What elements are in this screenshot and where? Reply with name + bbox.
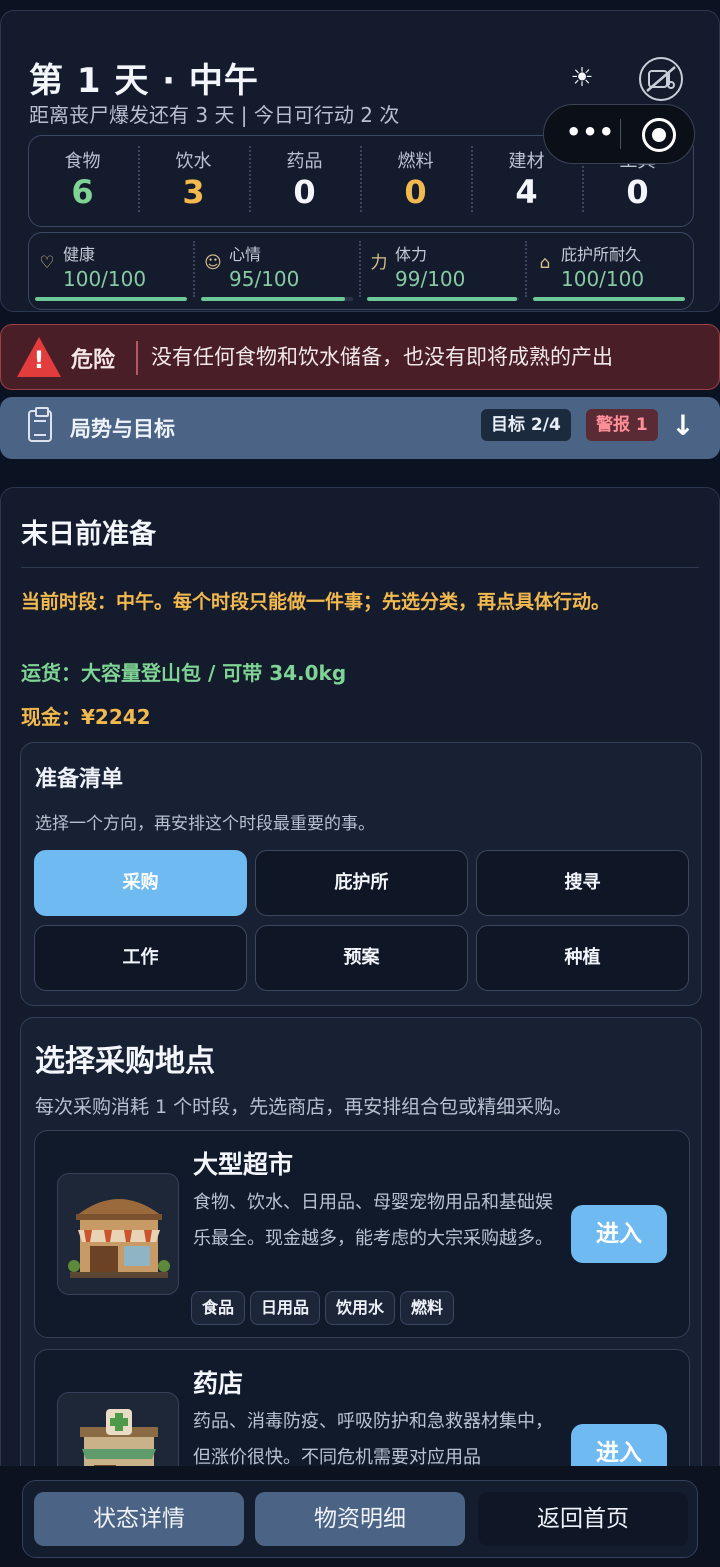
stat-bar-fill xyxy=(201,297,346,301)
shop-desc: 食物、饮水、日用品、母婴宠物用品和基础娱乐最全。现金越多，能考虑的大宗采购越多。 xyxy=(193,1192,553,1249)
strength-icon: 力 xyxy=(370,253,388,273)
stat-3: ⌂ 庇护所耐久 100/100 xyxy=(525,231,691,307)
clipboard-icon xyxy=(28,407,52,442)
shop-name: 大型超市 xyxy=(193,1150,294,1179)
main-title: 末日前准备 xyxy=(21,519,156,550)
stat-label: 心情 xyxy=(229,245,262,264)
house-icon: ⌂ xyxy=(539,253,551,273)
sun-icon[interactable]: ☀ xyxy=(567,63,597,93)
enter-supermarket-button[interactable]: 进入 xyxy=(571,1205,667,1263)
danger-tag: 危险 xyxy=(71,348,116,373)
stat-value: 100/100 xyxy=(561,267,645,291)
period-info: 当前时段：中午。每个时段只能做一件事；先选分类，再点具体行动。 xyxy=(21,591,611,613)
shop-name: 药店 xyxy=(193,1369,244,1398)
shop-card-supermarket[interactable]: 大型超市 食物、饮水、日用品、母婴宠物用品和基础娱乐最全。现金越多，能考虑的大宗… xyxy=(34,1130,690,1338)
resource-divider xyxy=(471,146,473,212)
arrow-down-icon[interactable]: ↓ xyxy=(670,410,696,442)
stat-label: 健康 xyxy=(63,245,96,264)
bottom-nav: 状态详情 物资明细 返回首页 xyxy=(0,1466,720,1567)
stat-bar-fill xyxy=(533,297,685,301)
carry-info: 运货：大容量登山包 / 可带 34.0kg xyxy=(21,661,347,685)
stat-divider xyxy=(359,241,361,297)
category-work-button[interactable]: 工作 xyxy=(34,925,247,991)
situation-title: 局势与目标 xyxy=(70,417,175,441)
goal-badge: 目标 2/4 xyxy=(481,409,571,441)
resource-label: 食物 xyxy=(64,151,101,172)
resource-2: 药品 0 xyxy=(249,135,360,225)
resource-value: 4 xyxy=(515,173,538,211)
stat-bar xyxy=(201,297,353,301)
miniprogram-capsule: ••• xyxy=(543,104,695,164)
resource-1: 饮水 3 xyxy=(138,135,249,225)
resource-divider xyxy=(138,146,140,212)
day-subtitle: 距离丧尸爆发还有 3 天 | 今日可行动 2 次 xyxy=(29,103,400,127)
resource-divider xyxy=(249,146,251,212)
resource-value: 3 xyxy=(182,173,205,211)
stat-2: 力体力 99/100 xyxy=(359,231,525,307)
stat-bar-fill xyxy=(35,297,187,301)
heart-icon: ♡ xyxy=(39,253,55,273)
smile-icon: ☺ xyxy=(204,253,222,273)
supermarket-image xyxy=(57,1173,179,1295)
category-plan-button[interactable]: 预案 xyxy=(255,925,468,991)
category-purchase-button[interactable]: 采购 xyxy=(34,850,247,916)
supplies-detail-button[interactable]: 物资明细 xyxy=(255,1492,465,1546)
bottom-nav-bar: 状态详情 物资明细 返回首页 xyxy=(22,1480,698,1558)
music-off-icon[interactable] xyxy=(639,57,683,101)
resource-value: 0 xyxy=(626,173,649,211)
stat-divider xyxy=(525,241,527,297)
resource-label: 饮水 xyxy=(175,151,212,172)
tag-chip: 日用品 xyxy=(250,1291,321,1325)
stat-value: 100/100 xyxy=(63,267,147,291)
tag-chip: 食品 xyxy=(191,1291,246,1325)
resource-0: 食物 6 xyxy=(27,135,138,225)
stat-bar-fill xyxy=(367,297,518,301)
prep-title: 准备清单 xyxy=(35,767,124,792)
main-panel: 末日前准备 当前时段：中午。每个时段只能做一件事；先选分类，再点具体行动。 运货… xyxy=(0,487,720,1567)
location-title: 选择采购地点 xyxy=(35,1044,215,1079)
danger-divider xyxy=(136,341,138,375)
stat-label: 庇护所耐久 xyxy=(561,245,642,264)
resource-3: 燃料 0 xyxy=(360,135,471,225)
title-divider xyxy=(21,567,699,568)
resource-value: 0 xyxy=(404,173,427,211)
category-shelter-button[interactable]: 庇护所 xyxy=(255,850,468,916)
status-detail-button[interactable]: 状态详情 xyxy=(34,1492,244,1546)
danger-message: 没有任何食物和饮水储备，也没有即将成熟的产出 xyxy=(151,345,613,369)
tag-chip: 燃料 xyxy=(400,1291,455,1325)
resource-label: 燃料 xyxy=(397,151,434,172)
situation-bar[interactable]: 局势与目标 目标 2/4 警报 1 ↓ xyxy=(0,397,720,459)
close-target-icon[interactable] xyxy=(642,118,676,152)
stat-divider xyxy=(193,241,195,297)
category-search-button[interactable]: 搜寻 xyxy=(476,850,689,916)
resource-value: 0 xyxy=(293,173,316,211)
prep-desc: 选择一个方向，再安排这个时段最重要的事。 xyxy=(35,814,375,834)
shop-tags: 食品 日用品 饮用水 燃料 xyxy=(191,1291,455,1325)
danger-banner: ! 危险 没有任何食物和饮水储备，也没有即将成熟的产出 xyxy=(0,324,720,390)
stat-value: 99/100 xyxy=(395,267,466,291)
alarm-badge: 警报 1 xyxy=(586,409,658,441)
tag-chip: 饮用水 xyxy=(325,1291,396,1325)
day-title: 第 1 天 · 中午 xyxy=(29,61,259,101)
stat-bar xyxy=(35,297,187,301)
stat-value: 95/100 xyxy=(229,267,300,291)
resource-divider xyxy=(360,146,362,212)
stat-1: ☺ 心情 95/100 xyxy=(193,231,359,307)
cash-info: 现金：¥2242 xyxy=(21,705,151,729)
stat-0: ♡ 健康 100/100 xyxy=(27,231,193,307)
warning-mark: ! xyxy=(33,346,45,374)
stat-label: 体力 xyxy=(395,245,428,264)
resource-label: 药品 xyxy=(286,151,323,172)
resource-value: 6 xyxy=(71,173,94,211)
prep-checklist: 准备清单 选择一个方向，再安排这个时段最重要的事。 采购 庇护所 搜寻 工作 预… xyxy=(20,742,702,1006)
stat-bar xyxy=(367,297,519,301)
category-planting-button[interactable]: 种植 xyxy=(476,925,689,991)
stat-bar xyxy=(533,297,685,301)
more-icon[interactable]: ••• xyxy=(566,120,614,145)
location-desc: 每次采购消耗 1 个时段，先选商店，再安排组合包或精细采购。 xyxy=(35,1096,573,1118)
capsule-divider xyxy=(620,119,621,149)
home-button[interactable]: 返回首页 xyxy=(478,1492,688,1546)
